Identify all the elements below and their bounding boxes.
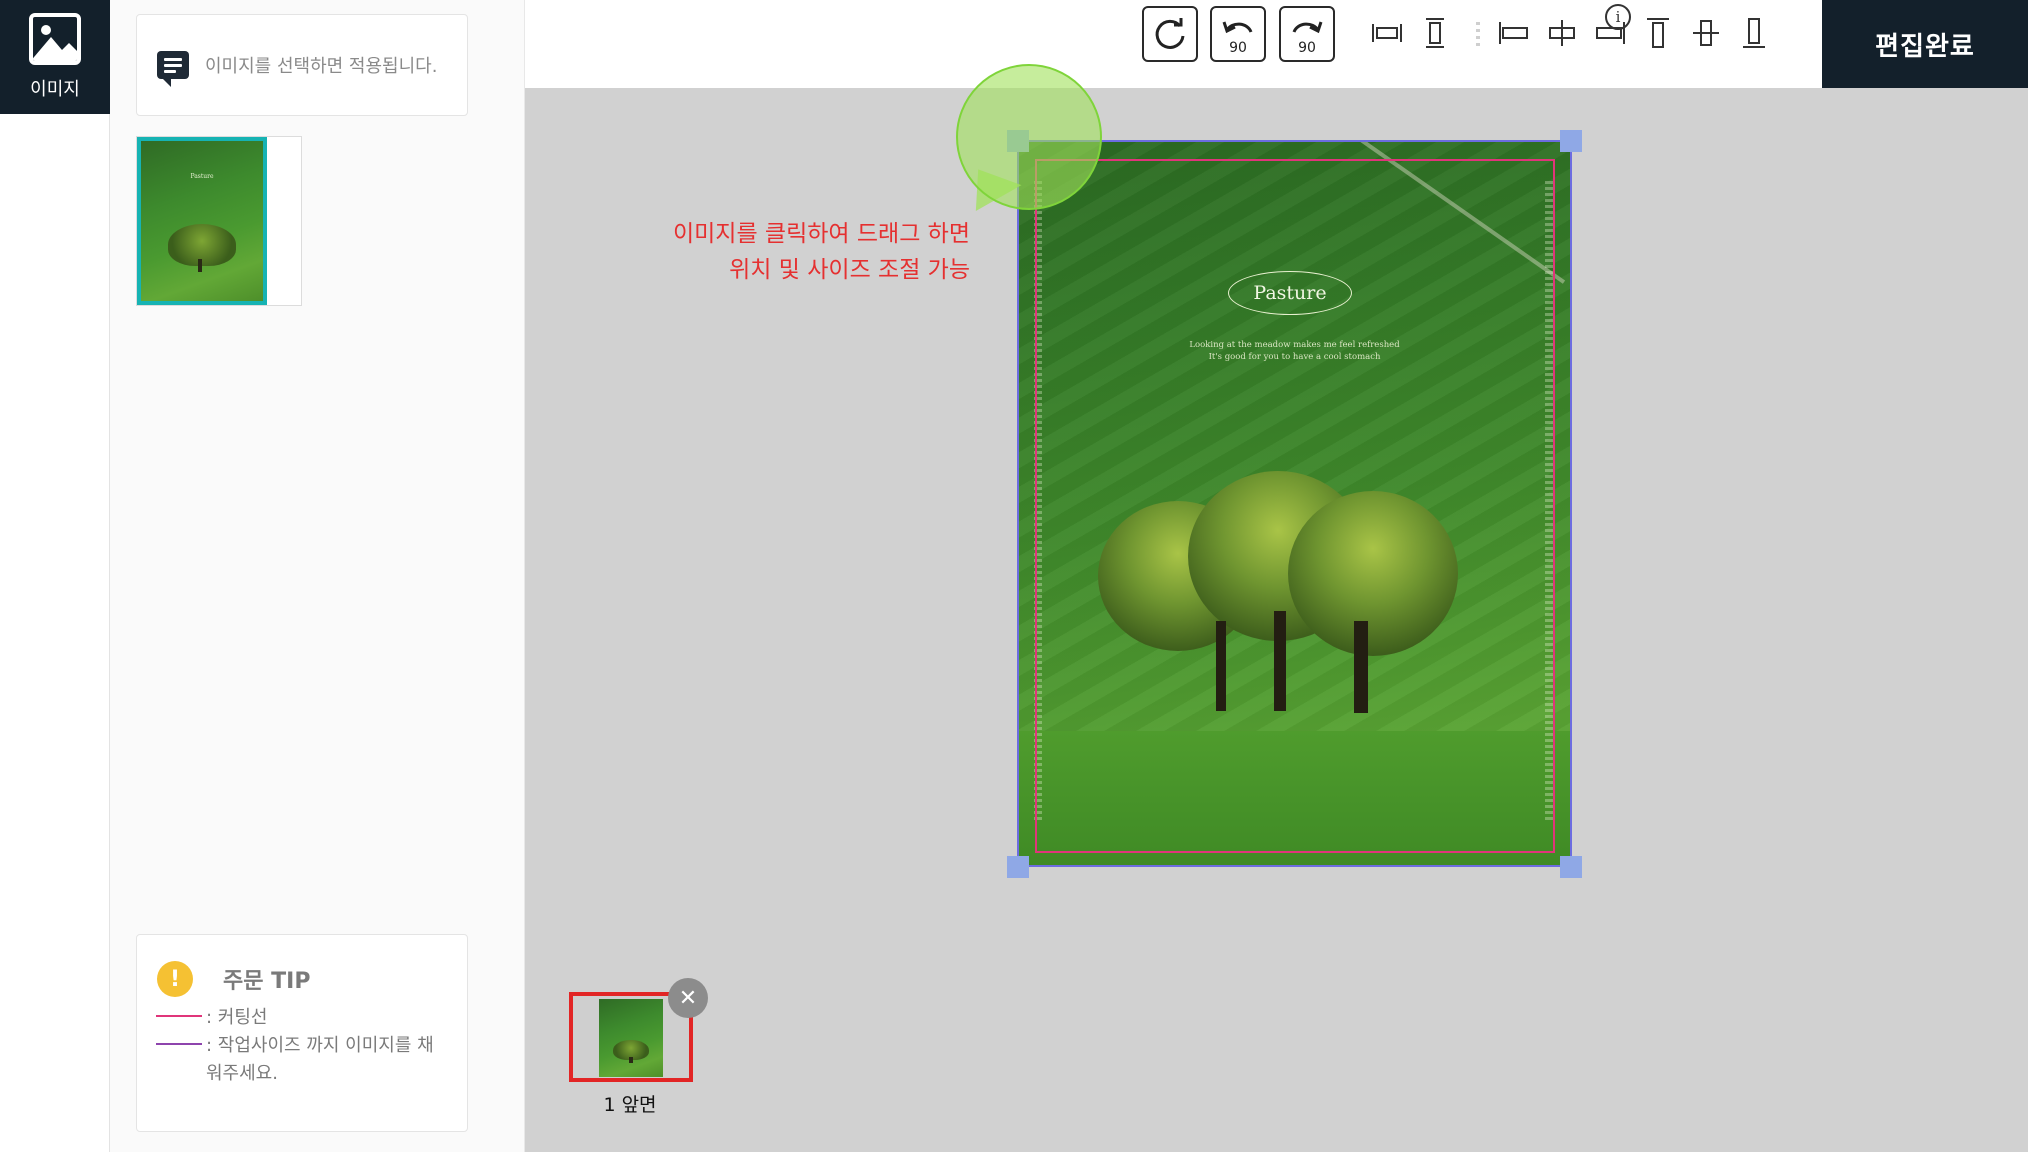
refresh-icon	[1155, 18, 1185, 49]
annotation-line-2: 위치 및 사이즈 조절 가능	[729, 257, 970, 283]
poster-subtitle-2: It's good for you to have a cool stomach	[1208, 352, 1381, 362]
fit-width-icon[interactable]	[1370, 16, 1404, 50]
rotate-right-button[interactable]: 90	[1279, 6, 1335, 62]
edit-complete-button[interactable]: 편집완료	[1822, 0, 2028, 88]
work-line-swatch	[156, 1043, 202, 1045]
page-thumbnail-poster	[599, 999, 663, 1077]
fit-height-icon[interactable]	[1418, 16, 1452, 50]
annotation-line-1: 이미지를 클릭하여 드래그 하면	[672, 221, 970, 247]
align-bottom-icon[interactable]	[1737, 16, 1771, 50]
image-thumbnail[interactable]: Pasture	[136, 136, 302, 306]
resize-handle-bottom-left[interactable]	[1007, 856, 1029, 878]
cut-line-swatch	[156, 1015, 202, 1017]
selected-image[interactable]: Pasture	[137, 137, 267, 305]
left-rail: 이미지	[0, 0, 110, 1152]
toolbar-divider	[1476, 22, 1480, 48]
image-tab-label: 이미지	[30, 79, 80, 100]
thumbnail-poster: Pasture	[141, 141, 263, 301]
align-top-icon[interactable]	[1641, 16, 1675, 50]
rotate-right-label: 90	[1298, 40, 1316, 56]
align-left-icon[interactable]	[1497, 16, 1531, 50]
tip-title: 주문 TIP	[223, 969, 311, 994]
rotate-left-button[interactable]: 90	[1210, 6, 1266, 62]
poster-image[interactable]: Pasture Looking at the meadow makes me f…	[1017, 140, 1572, 867]
image-icon	[29, 13, 81, 65]
resize-handle-top-right[interactable]	[1560, 130, 1582, 152]
poster-title: Pasture	[1228, 271, 1352, 315]
align-middle-vertical-icon[interactable]	[1689, 16, 1723, 50]
align-right-icon[interactable]	[1593, 16, 1627, 50]
top-toolbar: i 90 90	[525, 0, 1822, 88]
drag-annotation: 이미지를 클릭하여 드래그 하면 위치 및 사이즈 조절 가능	[600, 216, 970, 288]
warning-icon: !	[157, 961, 193, 997]
tip-work-line-text: : 작업사이즈 까지 이미지를 채워주세요.	[206, 1035, 434, 1084]
page-label: 1 앞면	[603, 1094, 657, 1116]
tip-work-line: : 작업사이즈 까지 이미지를 채워주세요.	[156, 1032, 436, 1088]
poster-subtitle-1: Looking at the meadow makes me feel refr…	[1189, 340, 1400, 350]
rotate-left-label: 90	[1229, 40, 1247, 56]
resize-handle-top-left[interactable]	[1007, 130, 1029, 152]
tip-cut-line-text: : 커팅선	[206, 1007, 268, 1028]
tip-cut-line: : 커팅선	[156, 1004, 267, 1032]
close-icon[interactable]: ✕	[668, 978, 708, 1018]
hint-box: 이미지를 선택하면 적용됩니다.	[136, 14, 468, 116]
align-center-horizontal-icon[interactable]	[1545, 16, 1579, 50]
chat-icon	[157, 51, 189, 87]
reset-button[interactable]	[1142, 6, 1198, 62]
resize-handle-bottom-right[interactable]	[1560, 856, 1582, 878]
image-panel: 이미지를 선택하면 적용됩니다. Pasture ! 주문 TIP	[110, 0, 525, 1152]
image-tab[interactable]: 이미지	[0, 0, 110, 114]
hint-text: 이미지를 선택하면 적용됩니다.	[205, 56, 438, 77]
